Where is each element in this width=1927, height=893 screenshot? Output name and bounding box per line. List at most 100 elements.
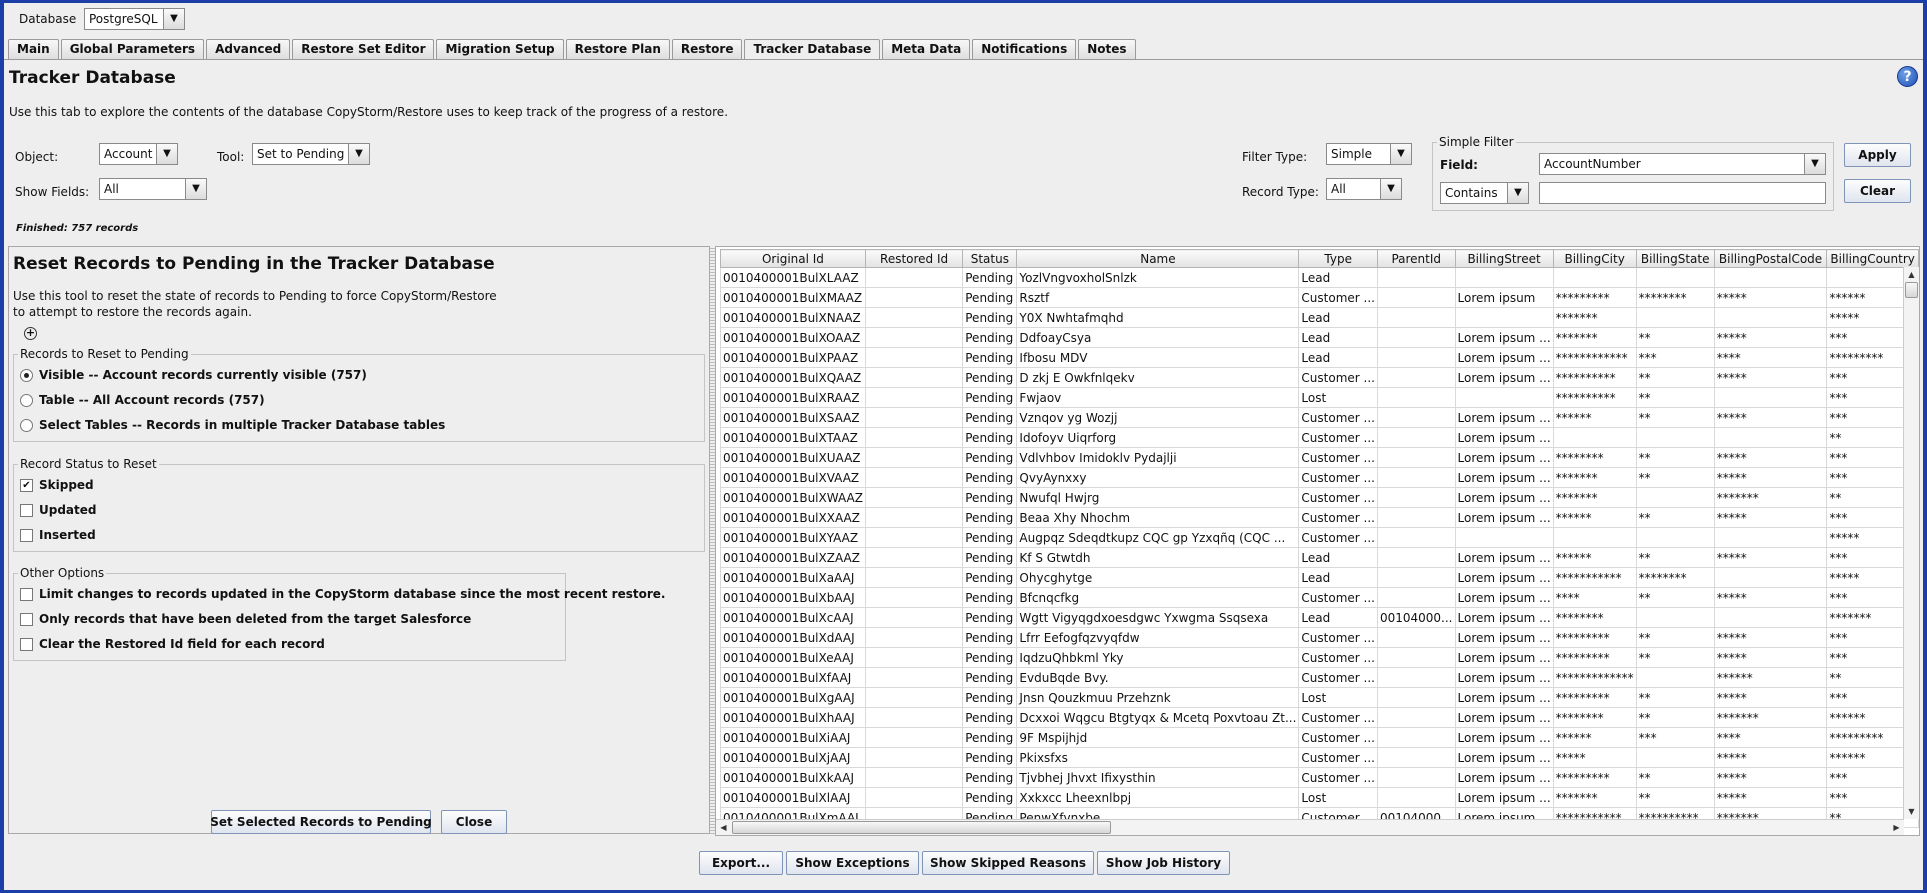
tool-select[interactable]: Set to Pending ▼ [252,143,370,165]
record-type-select-value: All [1331,182,1346,196]
close-button[interactable]: Close [441,810,507,834]
table-cell [1713,267,1828,288]
table-cell: ********* [1552,627,1637,648]
export-button[interactable]: Export... [699,851,783,875]
tab-global-parameters[interactable]: Global Parameters [60,39,205,59]
table-row[interactable]: 0010400001BulXcAAJ Pending Wgtt Vigyqgdxoe… [720,607,1919,628]
record-type-select[interactable]: All ▼ [1326,178,1402,200]
column-header[interactable]: BillingCity [1552,249,1637,268]
database-select[interactable]: PostgreSQL ▼ [84,8,185,30]
table-cell [864,667,964,688]
table-row[interactable]: 0010400001BulXWAAZ Pending Nwufql Hwjrg Cus… [720,487,1919,508]
table-row[interactable]: 0010400001BulXQAAZ Pending D zkj E Owkfnlq… [720,367,1919,388]
column-header[interactable]: Original Id [720,249,866,268]
show-fields-select[interactable]: All ▼ [99,178,207,200]
tab-restore-set-editor[interactable]: Restore Set Editor [292,39,435,59]
table-row[interactable]: 0010400001BulXfAAJ Pending EvduBqde Bvy. Cu… [720,667,1919,688]
tab-advanced[interactable]: Advanced [206,39,291,59]
column-header[interactable]: Type [1298,249,1378,268]
checkbox-updated[interactable]: Updated [20,503,97,517]
horizontal-scrollbar[interactable]: ◀ ▶ [716,819,1904,835]
filter-type-select[interactable]: Simple ▼ [1326,143,1412,165]
table-row[interactable]: 0010400001BulXjAAJ Pending Pkixsfxs Custome… [720,747,1919,768]
tab-restore-plan[interactable]: Restore Plan [565,39,670,59]
column-header[interactable]: BillingCountry [1826,249,1919,268]
table-row[interactable]: 0010400001BulXkAAJ Pending Tjvbhej Jhvxt I… [720,767,1919,788]
show-skipped-reasons-button[interactable]: Show Skipped Reasons [922,851,1094,875]
table-row[interactable]: 0010400001BulXhAAJ Pending Dcxxoi Wqgcu Bt… [720,707,1919,728]
question-icon[interactable]: ? [1897,66,1918,87]
scroll-left-icon[interactable]: ◀ [716,820,731,835]
column-header[interactable]: Status [962,249,1018,268]
table-cell: *********** [1552,567,1637,588]
table-row[interactable]: 0010400001BulXiAAJ Pending 9F Mspijhjd Cust… [720,727,1919,748]
table-row[interactable]: 0010400001BulXLAAZ Pending YozlVngvoxholSn… [720,267,1919,288]
vertical-scroll-thumb[interactable] [1905,282,1918,298]
object-select[interactable]: Account ▼ [99,143,178,165]
column-header[interactable]: BillingPostalCode [1713,249,1828,268]
checkbox-limit-changes[interactable]: Limit changes to records updated in the … [20,587,665,601]
horizontal-scroll-thumb[interactable] [732,821,1111,834]
table-row[interactable]: 0010400001BulXdAAJ Pending Lfrr Eefogfqzvy… [720,627,1919,648]
tab-meta-data[interactable]: Meta Data [882,39,971,59]
table-row[interactable]: 0010400001BulXaAAJ Pending Ohycghytge Lead L… [720,567,1919,588]
tab-tracker-database[interactable]: Tracker Database [744,39,881,60]
tab-notifications[interactable]: Notifications [972,39,1077,59]
column-header[interactable]: Restored Id [864,249,964,268]
add-circle-icon[interactable]: + [24,327,37,340]
clear-button[interactable]: Clear [1844,179,1911,203]
table-row[interactable]: 0010400001BulXXAAZ Pending Beaa Xhy Nhochm… [720,507,1919,528]
table-row[interactable]: 0010400001BulXTAAZ Pending Idofoyv Uiqrfor… [720,427,1919,448]
column-header[interactable]: BillingState [1635,249,1715,268]
table-cell: ***** [1552,747,1637,768]
tab-notes[interactable]: Notes [1078,39,1136,59]
table-row[interactable]: 0010400001BulXSAAZ Pending Vznqov yg Wozjj… [720,407,1919,428]
apply-button[interactable]: Apply [1844,143,1911,167]
scroll-down-icon[interactable]: ▼ [1904,804,1919,819]
table-row[interactable]: 0010400001BulXPAAZ Pending Ifbosu MDV Lead L… [720,347,1919,368]
table-cell: Lead [1298,327,1378,348]
table-row[interactable]: 0010400001BulXVAAZ Pending QvyAynxxy Custom… [720,467,1919,488]
checkbox-skipped[interactable]: ✔ Skipped [20,478,94,492]
scroll-right-icon[interactable]: ▶ [1889,820,1904,835]
tab-main[interactable]: Main [8,39,59,59]
checkbox-clear-restored-id[interactable]: Clear the Restored Id field for each rec… [20,637,325,651]
radio-table-records[interactable]: Table -- All Account records (757) [20,393,265,407]
table-row[interactable]: 0010400001BulXMAAZ Pending Rsztf Customer .… [720,287,1919,308]
set-pending-button[interactable]: Set Selected Records to Pending [210,810,432,834]
table-row[interactable]: 0010400001BulXeAAJ Pending IqdzuQhbkml Yky… [720,647,1919,668]
radio-visible-records[interactable]: Visible -- Account records currently vis… [20,368,367,382]
table-row[interactable]: 0010400001BulXYAAZ Pending Augpqz Sdeqdtku… [720,527,1919,548]
table-row[interactable]: 0010400001BulXRAAZ Pending Fwjaov Lost *****… [720,387,1919,408]
table-row[interactable]: 0010400001BulXlAAJ Pending Xxkxcc Lheexnlb… [720,787,1919,808]
tab-restore[interactable]: Restore [671,39,743,59]
tab-migration-setup[interactable]: Migration Setup [436,39,564,59]
table-row[interactable]: 0010400001BulXNAAZ Pending Y0X Nwhtafmqhd L… [720,307,1919,328]
checkbox-deleted-only[interactable]: Only records that have been deleted from… [20,612,471,626]
table-row[interactable]: 0010400001BulXbAAJ Pending Bfcnqcfkg Custom… [720,587,1919,608]
table-row[interactable]: 0010400001BulXUAAZ Pending Vdlvhbov Imidok… [720,447,1919,468]
column-header[interactable]: Name [1016,249,1300,268]
table-cell: Lorem ipsum ... [1454,427,1554,448]
table-cell: Customer ... [1298,767,1378,788]
scroll-up-icon[interactable]: ▲ [1904,267,1919,282]
table-row[interactable]: 0010400001BulXZAAZ Pending Kf S Gtwtdh Lead… [720,547,1919,568]
show-job-history-button[interactable]: Show Job History [1097,851,1230,875]
checkbox-icon [20,503,33,517]
checkbox-inserted[interactable]: Inserted [20,528,96,542]
field-select[interactable]: AccountNumber ▼ [1539,153,1826,175]
table-cell: 0010400001BulXLAAZ [720,267,866,288]
filter-text-input[interactable] [1539,182,1826,204]
column-header[interactable]: BillingStreet [1454,249,1554,268]
table-cell: Customer ... [1298,487,1378,508]
database-select-value: PostgreSQL [89,12,158,26]
table-cell: Customer ... [1298,427,1378,448]
column-header[interactable]: ParentId [1376,249,1456,268]
operator-select[interactable]: Contains ▼ [1440,182,1529,204]
checkbox-limit-label: Limit changes to records updated in the … [39,587,666,601]
radio-select-tables[interactable]: Select Tables -- Records in multiple Tra… [20,418,445,432]
table-row[interactable]: 0010400001BulXOAAZ Pending DdfoayCsya Lead L… [720,327,1919,348]
vertical-scrollbar[interactable]: ▲ ▼ [1903,267,1919,819]
show-exceptions-button[interactable]: Show Exceptions [786,851,919,875]
table-row[interactable]: 0010400001BulXgAAJ Pending Jnsn Qouzkmuu P… [720,687,1919,708]
